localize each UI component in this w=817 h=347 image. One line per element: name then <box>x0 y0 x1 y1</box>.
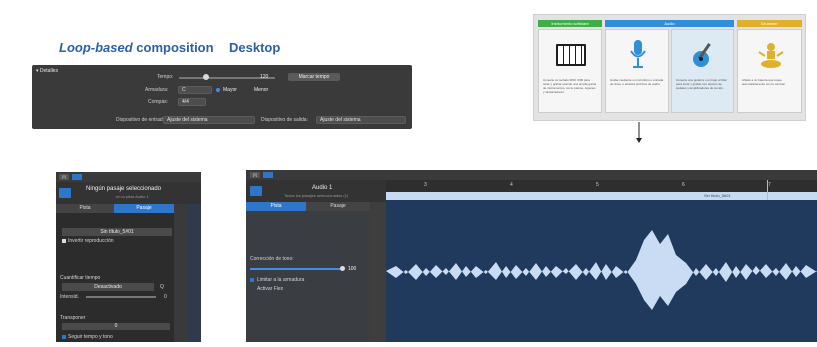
composition-text: composition <box>132 40 214 55</box>
drummer-card[interactable]: Añade a un batería que toque automáticam… <box>737 29 802 113</box>
track-area-edge <box>188 204 201 342</box>
intensity-value: 0 <box>164 294 167 300</box>
inspector-header: Ningún pasaje seleccionado en la pista A… <box>56 182 201 204</box>
guitar-text: Conecte una guitarra o un bajo al Mac pa… <box>676 78 727 90</box>
transpose-label: Transponer <box>60 315 86 321</box>
pitch-slider-knob[interactable] <box>340 266 345 271</box>
time-signature-select[interactable]: 4/4 <box>178 98 206 106</box>
time-signature-label: Compás: <box>148 99 169 105</box>
follow-tempo-label: Seguir tempo y tono <box>68 334 113 340</box>
guitar-card[interactable]: Conecte una guitarra o un bajo al Mac pa… <box>671 29 734 113</box>
loop-based-heading: Loop-based composition <box>59 40 214 55</box>
microphone-icon <box>630 40 646 68</box>
loop-based-italic: Loop-based <box>59 40 133 55</box>
quantize-q-button[interactable]: Q <box>160 284 164 290</box>
output-device-select[interactable]: Ajuste del sistema <box>316 116 406 124</box>
inspector-toolbar: [≡] <box>56 172 201 182</box>
transpose-field[interactable]: 0 <box>62 323 170 330</box>
pitch-correction-slider[interactable] <box>250 268 342 270</box>
audio-header: Audio <box>605 20 734 27</box>
quantize-select[interactable]: Desactivado <box>62 283 154 291</box>
output-device-value: Ajuste del sistema <box>320 117 361 123</box>
intensity-slider[interactable] <box>86 296 156 298</box>
reverse-checkbox[interactable] <box>62 239 66 243</box>
editor-scroll-column <box>370 202 386 342</box>
microphone-card[interactable]: Graba mediante un micrófono o entrada de… <box>605 29 669 113</box>
major-label: Mayor <box>223 87 237 93</box>
inspector-toggle-icon[interactable] <box>72 174 82 180</box>
key-select[interactable]: C <box>178 86 212 94</box>
piano-icon <box>556 44 586 66</box>
ruler-mark: 5 <box>596 182 599 188</box>
library-toggle-icon[interactable]: [≡] <box>250 172 260 178</box>
region-name-field[interactable]: Sin título_5#01 <box>62 228 172 236</box>
down-arrow-icon <box>636 122 642 143</box>
desktop-heading: Desktop <box>229 40 281 55</box>
software-instrument-card[interactable]: Conecte un teclado MIDI USB para tocar y… <box>538 29 602 113</box>
pitch-correction-label: Corrección de tono: <box>250 256 294 262</box>
audio-track-icon <box>59 188 71 198</box>
region-label: Sin título_5#01 <box>704 193 731 198</box>
time-signature-value: 4/4 <box>182 99 189 105</box>
software-instrument-header: Instrumento software <box>538 20 602 27</box>
limit-key-checkbox[interactable] <box>250 278 254 282</box>
editor-toolbar: [≡] <box>246 170 817 180</box>
input-device-label: Dispositivo de entrada: <box>116 117 167 123</box>
tempo-value[interactable]: 120 <box>260 74 268 80</box>
drummer-text: Añade a un batería que toque automáticam… <box>742 78 787 86</box>
region-inspector: [≡] Ningún pasaje seleccionado en la pis… <box>56 172 201 342</box>
major-radio[interactable] <box>216 88 220 92</box>
tempo-label: Tempo: <box>157 74 174 80</box>
guitar-icon <box>693 43 711 67</box>
audio-track-icon <box>250 186 262 196</box>
input-device-select[interactable]: Ajuste del sistema <box>163 116 255 124</box>
audio-waveform <box>386 230 817 310</box>
editor-tab-region[interactable]: Pasaje <box>306 202 370 211</box>
tab-track[interactable]: Pista <box>56 204 114 213</box>
track-subtitle: Todos los pasajes seleccionados (1) <box>284 193 349 198</box>
intensity-label: Intensid. <box>60 294 79 300</box>
inspector-subtitle: en la pista Audio 1 <box>116 194 149 199</box>
timeline-ruler[interactable]: 3 4 5 6 7 <box>386 180 817 192</box>
ruler-mark: 6 <box>682 182 685 188</box>
inspector-scroll-column <box>174 204 188 342</box>
minor-label[interactable]: Menor <box>254 87 268 93</box>
drums-icon <box>758 43 784 68</box>
input-device-value: Ajuste del sistema <box>167 117 208 123</box>
limit-key-label: Limitar a la armadura <box>257 277 305 283</box>
track-editor: [≡] Audio 1 Todos los pasajes selecciona… <box>246 170 817 342</box>
pitch-correction-value: 100 <box>348 266 357 272</box>
waveform-area[interactable] <box>386 200 817 342</box>
details-title[interactable]: ▾ Detalles <box>36 68 58 74</box>
drummer-header: Drummer <box>737 20 802 27</box>
output-device-label: Dispositivo de salida: <box>261 117 308 123</box>
software-instrument-text: Conecte un teclado MIDI USB para tocar y… <box>543 78 597 94</box>
quantize-label: Cuantificar tiempo <box>60 275 101 281</box>
instrument-chooser: Instrumento software Audio Drummer Conec… <box>533 14 806 121</box>
count-in-button[interactable]: Marcar tempo <box>288 73 340 81</box>
track-title: Audio 1 <box>312 185 333 191</box>
inspector-title: Ningún pasaje seleccionado <box>86 186 162 192</box>
microphone-text: Graba mediante un micrófono o entrada de… <box>610 78 664 86</box>
region-header[interactable]: Sin título_5#01 <box>386 192 817 200</box>
follow-tempo-checkbox[interactable] <box>62 335 66 339</box>
key-value: C <box>182 87 186 93</box>
enable-flex-label[interactable]: Activar Flex <box>257 286 283 292</box>
details-panel: ▾ Detalles Tempo: 120 Marcar tempo Armad… <box>32 65 412 129</box>
ruler-mark: 4 <box>510 182 513 188</box>
ruler-mark: 7 <box>768 182 771 188</box>
reverse-label: Invertir reproducción <box>68 238 114 244</box>
ruler-mark: 3 <box>424 182 427 188</box>
editor-tab-track[interactable]: Pista <box>246 202 306 211</box>
library-toggle-icon[interactable]: [≡] <box>59 174 69 180</box>
inspector-toggle-icon[interactable] <box>263 172 273 178</box>
key-label: Armadura: <box>145 87 169 93</box>
tempo-slider-knob[interactable] <box>203 74 209 80</box>
track-header: Audio 1 Todos los pasajes seleccionados … <box>246 180 386 202</box>
tab-region[interactable]: Pasaje <box>114 204 174 213</box>
